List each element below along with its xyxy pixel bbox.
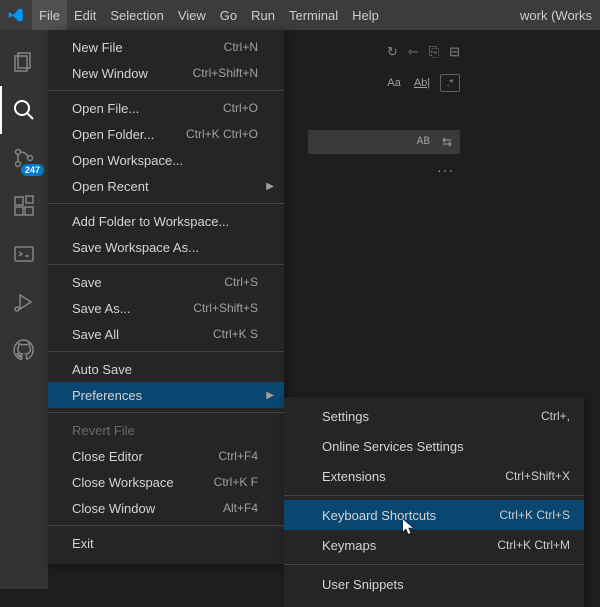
menu-run[interactable]: Run [244,0,282,30]
menu-open-file[interactable]: Open File...Ctrl+O [48,95,284,121]
chevron-right-icon: ▶ [266,390,274,401]
menu-selection[interactable]: Selection [103,0,170,30]
clear-icon[interactable]: ⇽ [408,44,419,60]
separator [48,203,284,204]
separator [48,90,284,91]
menu-save-all[interactable]: Save AllCtrl+K S [48,321,284,347]
menu-close-workspace[interactable]: Close WorkspaceCtrl+K F [48,469,284,495]
separator [48,525,284,526]
window-title: work (Works [520,8,592,23]
preferences-submenu: SettingsCtrl+, Online Services Settings … [284,397,584,607]
menu-auto-save[interactable]: Auto Save [48,356,284,382]
match-case-toggle[interactable]: Aa [384,74,404,92]
separator [48,351,284,352]
debug-console-icon[interactable] [0,230,48,278]
submenu-extensions[interactable]: ExtensionsCtrl+Shift+X [284,461,584,491]
separator [284,495,584,496]
preserve-case-toggle[interactable]: AB [417,136,430,148]
menu-open-workspace[interactable]: Open Workspace... [48,147,284,173]
menu-open-recent[interactable]: Open Recent▶ [48,173,284,199]
scm-badge: 247 [21,164,44,176]
vscode-logo-icon [8,7,24,23]
menu-new-window[interactable]: New WindowCtrl+Shift+N [48,60,284,86]
menu-save[interactable]: SaveCtrl+S [48,269,284,295]
separator [48,412,284,413]
collapse-icon[interactable]: ⊟ [449,44,460,60]
source-control-icon[interactable]: 247 [0,134,48,182]
menu-go[interactable]: Go [213,0,244,30]
submenu-settings[interactable]: SettingsCtrl+, [284,401,584,431]
search-icon[interactable] [0,86,48,134]
replace-all-icon[interactable]: ⇆ [442,135,452,149]
regex-toggle[interactable]: .* [440,74,460,92]
menu-help[interactable]: Help [345,0,386,30]
refresh-icon[interactable]: ↻ [387,44,398,60]
github-icon[interactable] [0,326,48,374]
menu-open-folder[interactable]: Open Folder...Ctrl+K Ctrl+O [48,121,284,147]
submenu-keymaps[interactable]: KeymapsCtrl+K Ctrl+M [284,530,584,560]
run-debug-icon[interactable] [0,278,48,326]
menu-save-workspace-as[interactable]: Save Workspace As... [48,234,284,260]
menu-edit[interactable]: Edit [67,0,103,30]
separator [284,564,584,565]
activity-bar: 247 [0,30,48,589]
menu-close-window[interactable]: Close WindowAlt+F4 [48,495,284,521]
menu-save-as[interactable]: Save As...Ctrl+Shift+S [48,295,284,321]
file-dropdown: New FileCtrl+N New WindowCtrl+Shift+N Op… [48,30,284,564]
menu-add-folder[interactable]: Add Folder to Workspace... [48,208,284,234]
extensions-icon[interactable] [0,182,48,230]
menu-new-file[interactable]: New FileCtrl+N [48,34,284,60]
menu-file[interactable]: File [32,0,67,30]
replace-bar[interactable]: AB ⇆ [308,130,460,154]
submenu-keyboard-shortcuts[interactable]: Keyboard ShortcutsCtrl+K Ctrl+S [284,500,584,530]
menu-terminal[interactable]: Terminal [282,0,345,30]
menu-preferences[interactable]: Preferences▶ [48,382,284,408]
separator [48,264,284,265]
more-options-icon[interactable]: ··· [437,162,454,178]
submenu-online-services[interactable]: Online Services Settings [284,431,584,461]
submenu-user-snippets[interactable]: User Snippets [284,569,584,599]
menu-view[interactable]: View [171,0,213,30]
menu-revert-file: Revert File [48,417,284,443]
match-word-toggle[interactable]: Ab| [412,74,432,92]
menubar: File Edit Selection View Go Run Terminal… [32,0,520,30]
explorer-icon[interactable] [0,38,48,86]
menu-close-editor[interactable]: Close EditorCtrl+F4 [48,443,284,469]
new-file-icon[interactable]: ⎘ [429,44,439,60]
chevron-right-icon: ▶ [266,181,274,192]
menu-exit[interactable]: Exit [48,530,284,556]
